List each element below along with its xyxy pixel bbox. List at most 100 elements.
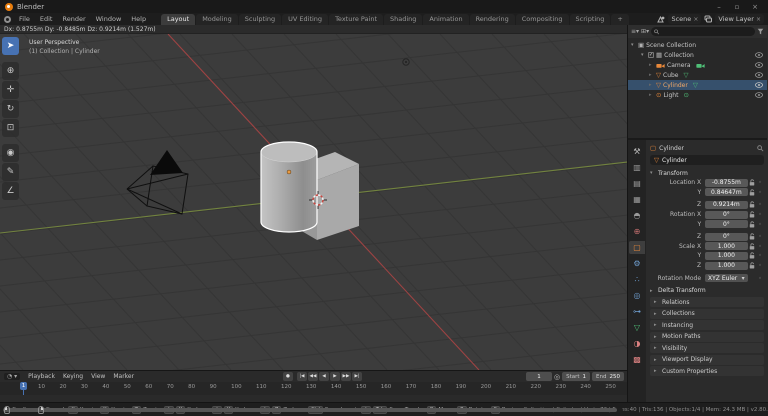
animate-decorator-icon[interactable]: ◦: [756, 262, 764, 269]
disclosure-icon[interactable]: ▾: [641, 52, 646, 58]
properties-panel-header[interactable]: ▸ Motion Paths: [650, 331, 764, 342]
frame-start-field[interactable]: Start 1: [562, 372, 591, 381]
transform-value-field[interactable]: -0.8755m: [705, 178, 748, 187]
properties-panel-header[interactable]: ▸ Visibility: [650, 343, 764, 354]
current-frame-marker[interactable]: 1: [20, 382, 27, 390]
timeline-menu-item[interactable]: View: [91, 373, 105, 380]
timeline-ruler[interactable]: 1 10 20 30 40 50 60 70 80 90 100 110 120 130 140 150 16…: [0, 382, 627, 412]
play-reverse-button[interactable]: ◀: [319, 372, 329, 381]
menu-item[interactable]: Help: [126, 15, 151, 23]
scene-selector[interactable]: Scene ×: [668, 14, 702, 24]
scene-tab[interactable]: ◓: [629, 209, 645, 222]
world-tab[interactable]: ⊕: [629, 225, 645, 238]
editor-type-icon[interactable]: ◔ ▾: [4, 373, 21, 380]
display-mode-dropdown[interactable]: ≡▾: [631, 28, 639, 35]
maximize-button[interactable]: ▫: [729, 1, 745, 12]
menu-item[interactable]: File: [14, 15, 35, 23]
move-tool[interactable]: ✛: [2, 81, 19, 99]
viewport-canvas[interactable]: [0, 34, 627, 370]
next-keyframe-button[interactable]: ▶▶: [341, 372, 351, 381]
transform-value-field[interactable]: 0°: [705, 232, 748, 241]
transform-value-field[interactable]: 1.000: [705, 261, 748, 270]
animate-decorator-icon[interactable]: ◦: [756, 233, 764, 240]
keying-set-icon[interactable]: ◎: [554, 373, 560, 381]
object-name-field[interactable]: ▽ Cylinder: [650, 155, 764, 165]
menu-item[interactable]: Edit: [35, 15, 58, 23]
hide-eye-icon[interactable]: [755, 62, 763, 68]
select-box-tool[interactable]: ➤: [2, 37, 19, 55]
timeline-menu-item[interactable]: Playback: [28, 373, 55, 380]
unlink-view-layer-icon[interactable]: ×: [756, 16, 761, 23]
transform-value-field[interactable]: 0.9214m: [705, 200, 748, 209]
lock-icon[interactable]: [748, 189, 757, 196]
frame-end-field[interactable]: End 250: [592, 372, 624, 381]
collection-checkbox[interactable]: ✓: [648, 52, 654, 58]
animate-decorator-icon[interactable]: ◦: [756, 211, 764, 218]
search-input[interactable]: [661, 28, 752, 35]
tab-compositing[interactable]: Compositing: [515, 14, 569, 25]
tab-add-workspace[interactable]: +: [611, 14, 629, 25]
render-tab[interactable]: ▥: [629, 161, 645, 174]
prev-keyframe-button[interactable]: ◀◀: [308, 372, 318, 381]
animate-decorator-icon[interactable]: ◦: [756, 179, 764, 186]
animate-decorator-icon[interactable]: ◦: [756, 221, 764, 228]
outliner-row-scene-collection[interactable]: ▾ ▣ Scene Collection: [628, 40, 767, 50]
animate-decorator-icon[interactable]: ◦: [756, 189, 764, 196]
properties-panel-header[interactable]: ▸ Custom Properties: [650, 366, 764, 377]
animate-decorator-icon[interactable]: ◦: [756, 252, 764, 259]
rotation-mode-dropdown[interactable]: XYZ Euler ▾: [705, 274, 748, 283]
app-menu-icon[interactable]: [4, 15, 11, 23]
annotate-tool[interactable]: ✎: [2, 163, 19, 181]
properties-panel-header[interactable]: ▸ Relations: [650, 297, 764, 308]
lock-icon[interactable]: [748, 233, 757, 240]
outliner-row-collection[interactable]: ▾ ✓ ▦ Collection: [628, 50, 767, 60]
tab-layout[interactable]: Layout: [161, 14, 196, 25]
tool-tab[interactable]: ⚒: [629, 145, 645, 158]
view-layer-tab[interactable]: ▦: [629, 193, 645, 206]
particles-tab[interactable]: ∴: [629, 273, 645, 286]
timeline-scrollbar[interactable]: [2, 408, 623, 412]
current-frame-field[interactable]: 1: [526, 372, 552, 381]
object-data-tab[interactable]: ▽: [629, 321, 645, 334]
disclosure-icon[interactable]: ▾: [631, 42, 636, 48]
constraints-tab[interactable]: ⊶: [629, 305, 645, 318]
view-layer-selector[interactable]: View Layer ×: [715, 14, 764, 24]
properties-panel-header[interactable]: ▸ Collections: [650, 308, 764, 319]
lock-icon[interactable]: [748, 211, 757, 218]
transform-value-field[interactable]: 1.000: [705, 251, 748, 260]
modifiers-tab[interactable]: ⚙: [629, 257, 645, 270]
filter-icon[interactable]: [757, 28, 764, 35]
lock-icon[interactable]: [748, 221, 757, 228]
tab-sculpting[interactable]: Sculpting: [238, 14, 282, 25]
tab-texture-paint[interactable]: Texture Paint: [329, 14, 384, 25]
cylinder-object[interactable]: [260, 141, 318, 233]
animate-decorator-icon[interactable]: ◦: [756, 243, 764, 250]
close-button[interactable]: ×: [747, 1, 763, 12]
transform-value-field[interactable]: 0°: [705, 220, 748, 229]
new-collection-button[interactable]: ⊞▾: [641, 28, 649, 35]
measure-tool[interactable]: ∠: [2, 182, 19, 200]
properties-panel-header[interactable]: ▸ Viewport Display: [650, 354, 764, 365]
rotate-tool[interactable]: ↻: [2, 100, 19, 118]
hide-eye-icon[interactable]: [755, 92, 763, 98]
object-tab[interactable]: ▢: [629, 241, 645, 254]
delta-transform-panel-header[interactable]: ▸ Delta Transform: [650, 286, 764, 296]
transform-value-field[interactable]: 0°: [705, 210, 748, 219]
scale-tool[interactable]: ⊡: [2, 119, 19, 137]
hide-eye-icon[interactable]: [755, 52, 763, 58]
properties-search-icon[interactable]: [757, 144, 764, 152]
animate-decorator-icon[interactable]: ◦: [756, 275, 764, 282]
timeline-menu-item[interactable]: Marker: [113, 373, 134, 380]
tab-animation[interactable]: Animation: [423, 14, 469, 25]
hide-eye-icon[interactable]: [755, 72, 763, 78]
outliner-row-camera[interactable]: ▸ Camera: [628, 60, 767, 70]
output-tab[interactable]: ▤: [629, 177, 645, 190]
outliner-row-cube[interactable]: ▸ ▽ Cube ▽: [628, 70, 767, 80]
outliner-row-light[interactable]: ▸ ⊙ Light ⊙: [628, 90, 767, 100]
material-tab[interactable]: ◑: [629, 337, 645, 350]
tab-modeling[interactable]: Modeling: [196, 14, 238, 25]
tab-rendering[interactable]: Rendering: [469, 14, 515, 25]
cursor-tool[interactable]: ⊕: [2, 62, 19, 80]
jump-to-start-button[interactable]: |◀: [297, 372, 307, 381]
transform-value-field[interactable]: 1.000: [705, 242, 748, 251]
